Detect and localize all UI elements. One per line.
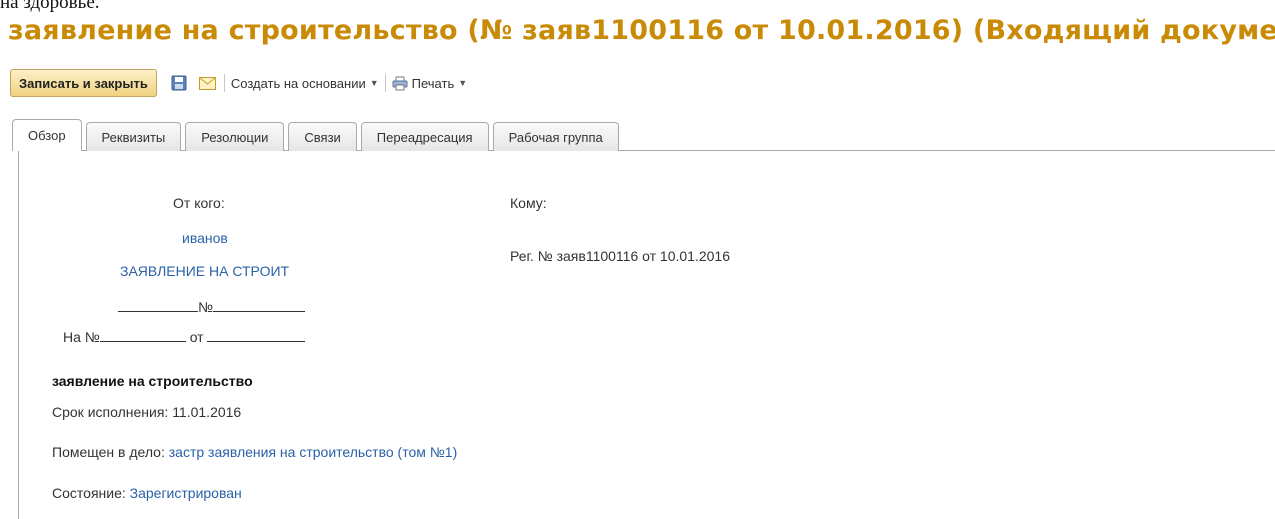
from-label: От кого:	[173, 195, 225, 211]
to-label: Кому:	[510, 195, 547, 211]
number-label: №	[198, 299, 214, 315]
save-icon[interactable]	[171, 75, 187, 91]
ref-number-label: На №	[63, 329, 100, 345]
print-label: Печать	[411, 75, 455, 91]
panel-border	[18, 150, 19, 519]
reference-line: На № от	[63, 327, 306, 345]
blank-underline	[213, 297, 306, 312]
create-based-on-label: Создать на основании	[230, 75, 366, 91]
blank-underline	[207, 327, 306, 342]
state-link[interactable]: Зарегистрирован	[130, 485, 242, 501]
from-value-link[interactable]: иванов	[182, 230, 228, 246]
blank-underline	[118, 297, 198, 312]
document-subject: заявление на строительство	[52, 373, 253, 389]
tab-redirection[interactable]: Переадресация	[360, 122, 489, 151]
case-label: Помещен в дело:	[52, 444, 165, 460]
registration-info: Рег. № заяв1100116 от 10.01.2016	[510, 248, 730, 264]
due-date-row: Срок исполнения: 11.01.2016	[52, 404, 241, 420]
print-menu[interactable]: Печать ▼	[392, 75, 468, 91]
save-close-button[interactable]: Записать и закрыть	[10, 69, 157, 97]
due-date-value: 11.01.2016	[172, 404, 242, 420]
chevron-down-icon: ▼	[369, 78, 379, 88]
number-line: №	[118, 297, 306, 315]
tab-workgroup[interactable]: Рабочая группа	[492, 122, 619, 151]
toolbar: Записать и закрыть Создать на основании …	[10, 68, 467, 98]
document-name-link[interactable]: ЗАЯВЛЕНИЕ НА СТРОИТ	[120, 263, 289, 279]
tab-strip: Обзор Реквизиты Резолюции Связи Переадре…	[12, 119, 623, 151]
cropped-text: на здоровье.	[0, 0, 100, 13]
chevron-down-icon: ▼	[458, 78, 468, 88]
create-based-on-menu[interactable]: Создать на основании ▼	[231, 76, 379, 91]
window-title: заявление на строительство (№ заяв110011…	[8, 15, 1275, 46]
ref-from-label: от	[189, 329, 204, 345]
tab-resolutions[interactable]: Резолюции	[185, 122, 285, 151]
envelope-icon[interactable]	[198, 76, 216, 90]
tab-overview[interactable]: Обзор	[12, 119, 82, 151]
due-date-label: Срок исполнения:	[52, 404, 169, 420]
state-label: Состояние:	[52, 485, 126, 501]
tab-links[interactable]: Связи	[288, 122, 357, 151]
printer-icon	[392, 76, 408, 91]
state-row: Состояние: Зарегистрирован	[52, 485, 242, 501]
toolbar-separator	[384, 74, 386, 92]
tab-requisites[interactable]: Реквизиты	[85, 122, 182, 151]
toolbar-separator	[223, 74, 225, 92]
case-link[interactable]: застр заявления на строительство (том №1…	[169, 444, 457, 460]
blank-underline	[99, 327, 186, 342]
case-row: Помещен в дело: застр заявления на строи…	[52, 444, 457, 460]
